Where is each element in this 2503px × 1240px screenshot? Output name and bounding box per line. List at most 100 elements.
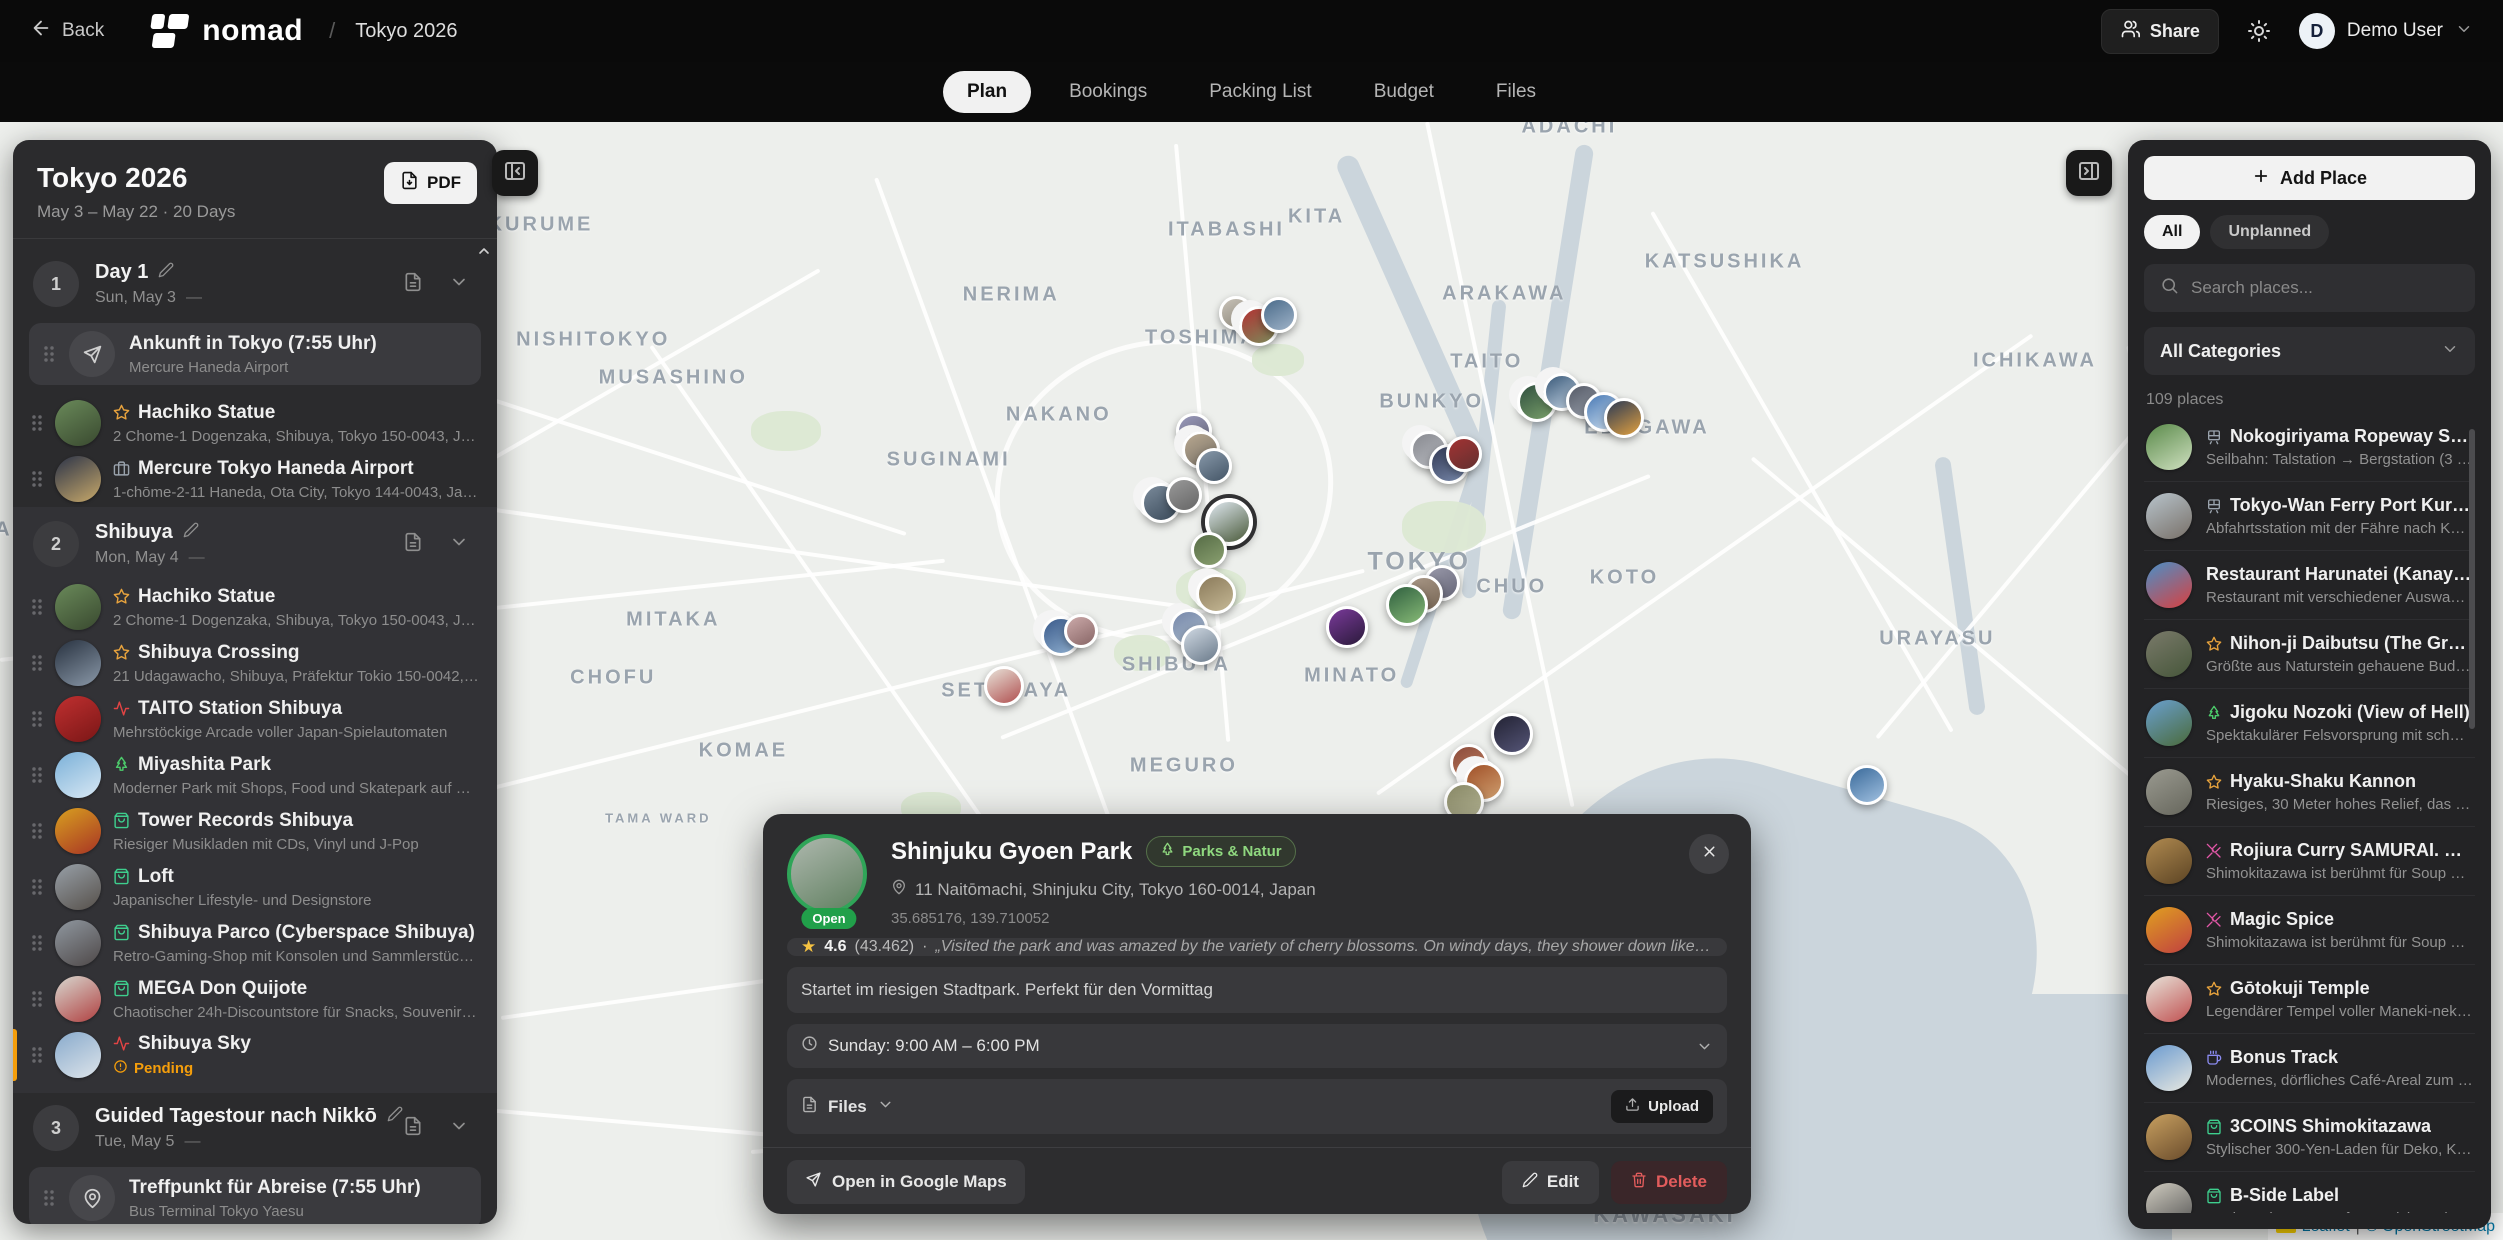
place-list-item[interactable]: Restaurant Harunatei (Kanaya Po...Restau… bbox=[2144, 551, 2475, 620]
itinerary-place-row[interactable]: MEGA Don QuijoteChaotischer 24h-Discount… bbox=[29, 971, 481, 1027]
user-menu[interactable]: D Demo User bbox=[2299, 13, 2473, 49]
brand[interactable]: nomad bbox=[150, 14, 303, 48]
chevron-down-icon[interactable] bbox=[449, 1116, 469, 1141]
place-list-item[interactable]: Nihon-ji Daibutsu (The Great ...Größte a… bbox=[2144, 620, 2475, 689]
itinerary-place-row[interactable]: Hachiko Statue2 Chome-1 Dogenzaka, Shibu… bbox=[29, 579, 481, 635]
opening-hours-row[interactable]: Sunday: 9:00 AM – 6:00 PM bbox=[787, 1024, 1727, 1068]
drag-handle-icon[interactable] bbox=[31, 990, 43, 1008]
map-marker[interactable] bbox=[1261, 297, 1297, 333]
back-button[interactable]: Back bbox=[30, 17, 104, 45]
map-marker[interactable] bbox=[1491, 713, 1533, 755]
map-marker[interactable] bbox=[1181, 625, 1221, 665]
search-input[interactable] bbox=[2191, 278, 2459, 298]
itinerary-place-row[interactable]: Shibuya SkyPending bbox=[29, 1027, 481, 1083]
drag-handle-icon[interactable] bbox=[31, 822, 43, 840]
itinerary-place-row[interactable]: Miyashita ParkModerner Park mit Shops, F… bbox=[29, 747, 481, 803]
utensils-icon bbox=[2206, 843, 2222, 859]
map-marker[interactable] bbox=[1446, 436, 1482, 472]
day-header[interactable]: 3Guided Tagestour nach NikkōTue, May 5— bbox=[29, 1093, 481, 1163]
map-marker[interactable] bbox=[984, 666, 1024, 706]
scroll-up-icon[interactable] bbox=[476, 243, 492, 264]
drag-handle-icon[interactable] bbox=[31, 654, 43, 672]
file-text-icon[interactable] bbox=[403, 1116, 423, 1141]
pencil-icon[interactable] bbox=[387, 1105, 403, 1128]
itinerary-place-row[interactable]: LoftJapanischer Lifestyle- und Designsto… bbox=[29, 859, 481, 915]
close-popup-button[interactable] bbox=[1689, 834, 1729, 874]
map-marker[interactable] bbox=[1166, 477, 1202, 513]
drag-handle-icon[interactable] bbox=[31, 1046, 43, 1064]
edit-button[interactable]: Edit bbox=[1502, 1161, 1599, 1204]
map-marker[interactable] bbox=[1604, 398, 1644, 438]
itinerary-place-row[interactable]: Mercure Tokyo Haneda Airport1-chōme-2-11… bbox=[29, 451, 481, 507]
filter-all[interactable]: All bbox=[2144, 215, 2200, 249]
pdf-export-button[interactable]: PDF bbox=[384, 162, 477, 204]
map-marker[interactable] bbox=[1191, 532, 1227, 568]
map-marker[interactable] bbox=[1326, 606, 1368, 648]
itinerary-place-row[interactable]: Shibuya Parco (Cyberspace Shibuya)Retro-… bbox=[29, 915, 481, 971]
place-list-item[interactable]: Hyaku-Shaku KannonRiesiges, 30 Meter hoh… bbox=[2144, 758, 2475, 827]
drag-handle-icon[interactable] bbox=[31, 414, 43, 432]
drag-handle-icon[interactable] bbox=[43, 345, 55, 363]
map-marker[interactable] bbox=[1196, 448, 1232, 484]
drag-handle-icon[interactable] bbox=[31, 470, 43, 488]
share-button[interactable]: Share bbox=[2101, 9, 2219, 54]
event-card[interactable]: Ankunft in Tokyo (7:55 Uhr)Mercure Haned… bbox=[29, 323, 481, 385]
place-list-item[interactable]: Nokogiriyama Ropeway Sum...Seilbahn: Tal… bbox=[2144, 413, 2475, 482]
chevron-down-icon[interactable] bbox=[449, 532, 469, 557]
file-text-icon[interactable] bbox=[403, 532, 423, 557]
tab-bookings[interactable]: Bookings bbox=[1045, 71, 1171, 113]
event-card[interactable]: Treffpunkt für Abreise (7:55 Uhr)Bus Ter… bbox=[29, 1167, 481, 1224]
chevron-down-icon[interactable] bbox=[449, 272, 469, 297]
place-list-item[interactable]: Rojiura Curry SAMURAI. Shim...Shimokitaz… bbox=[2144, 827, 2475, 896]
map-marker[interactable] bbox=[1386, 584, 1428, 626]
itinerary-place-row[interactable]: Shibuya Crossing21 Udagawacho, Shibuya, … bbox=[29, 635, 481, 691]
tab-packing-list[interactable]: Packing List bbox=[1185, 71, 1335, 113]
drag-handle-icon[interactable] bbox=[31, 766, 43, 784]
drag-handle-icon[interactable] bbox=[31, 878, 43, 896]
tab-files[interactable]: Files bbox=[1472, 71, 1560, 113]
drag-handle-icon[interactable] bbox=[31, 598, 43, 616]
note-field[interactable]: Startet im riesigen Stadtpark. Perfekt f… bbox=[787, 967, 1727, 1013]
place-list-item[interactable]: 3COINS ShimokitazawaStylischer 300-Yen-L… bbox=[2144, 1103, 2475, 1172]
upload-button[interactable]: Upload bbox=[1611, 1090, 1713, 1123]
file-text-icon[interactable] bbox=[403, 272, 423, 297]
scrollbar-thumb[interactable] bbox=[2469, 429, 2475, 729]
place-list-item[interactable]: Bonus TrackModernes, dörfliches Café-Are… bbox=[2144, 1034, 2475, 1103]
places-list: Nokogiriyama Ropeway Sum...Seilbahn: Tal… bbox=[2144, 413, 2475, 1213]
drag-handle-icon[interactable] bbox=[31, 934, 43, 952]
itinerary-place-row[interactable]: Hachiko Statue2 Chome-1 Dogenzaka, Shibu… bbox=[29, 395, 481, 451]
day-header[interactable]: 2ShibuyaMon, May 4— bbox=[29, 509, 481, 579]
filter-unplanned[interactable]: Unplanned bbox=[2210, 215, 2329, 249]
day-header[interactable]: 1Day 1Sun, May 3— bbox=[29, 249, 481, 319]
pencil-icon[interactable] bbox=[158, 261, 174, 284]
tab-plan[interactable]: Plan bbox=[943, 71, 1031, 113]
collapse-right-panel-button[interactable] bbox=[2066, 150, 2112, 196]
map-marker[interactable] bbox=[1847, 765, 1887, 805]
star-icon bbox=[2206, 774, 2222, 790]
itinerary-place-row[interactable]: Tower Records ShibuyaRiesiger Musikladen… bbox=[29, 803, 481, 859]
activity-icon bbox=[113, 1035, 130, 1052]
map-marker[interactable] bbox=[1064, 614, 1098, 648]
place-list-item[interactable]: Jigoku Nozoki (View of Hell)Spektakuläre… bbox=[2144, 689, 2475, 758]
pencil-icon[interactable] bbox=[183, 521, 199, 544]
map-marker[interactable] bbox=[1196, 574, 1236, 614]
place-list-item[interactable]: Tokyo-Wan Ferry Port Kuriha...Abfahrtsst… bbox=[2144, 482, 2475, 551]
open-google-maps-button[interactable]: Open in Google Maps bbox=[787, 1160, 1025, 1204]
review-quote: „Visited the park and was amazed by the … bbox=[935, 938, 1713, 956]
drag-handle-icon[interactable] bbox=[43, 1189, 55, 1207]
pending-status: Pending bbox=[113, 1059, 479, 1078]
place-details-popup: Open Shinjuku Gyoen Park Parks & Natur 1… bbox=[763, 814, 1751, 1214]
add-place-button[interactable]: Add Place bbox=[2144, 156, 2475, 200]
theme-toggle-sun-icon[interactable] bbox=[2247, 19, 2271, 43]
files-row[interactable]: Files Upload bbox=[787, 1079, 1727, 1134]
place-list-item[interactable]: Gōtokuji TempleLegendärer Tempel voller … bbox=[2144, 965, 2475, 1034]
delete-button[interactable]: Delete bbox=[1611, 1161, 1727, 1204]
place-list-item[interactable]: Magic SpiceShimokitazawa ist berühmt für… bbox=[2144, 896, 2475, 965]
category-select[interactable]: All Categories bbox=[2144, 327, 2475, 375]
place-subtitle: 1-chōme-2-11 Haneda, Ota City, Tokyo 144… bbox=[113, 484, 479, 501]
drag-handle-icon[interactable] bbox=[31, 710, 43, 728]
tab-budget[interactable]: Budget bbox=[1350, 71, 1458, 113]
collapse-left-panel-button[interactable] bbox=[492, 150, 538, 196]
itinerary-place-row[interactable]: TAITO Station ShibuyaMehrstöckige Arcade… bbox=[29, 691, 481, 747]
place-list-item[interactable]: B-Side LabelHochwertige, wasserfeste Sti… bbox=[2144, 1172, 2475, 1213]
